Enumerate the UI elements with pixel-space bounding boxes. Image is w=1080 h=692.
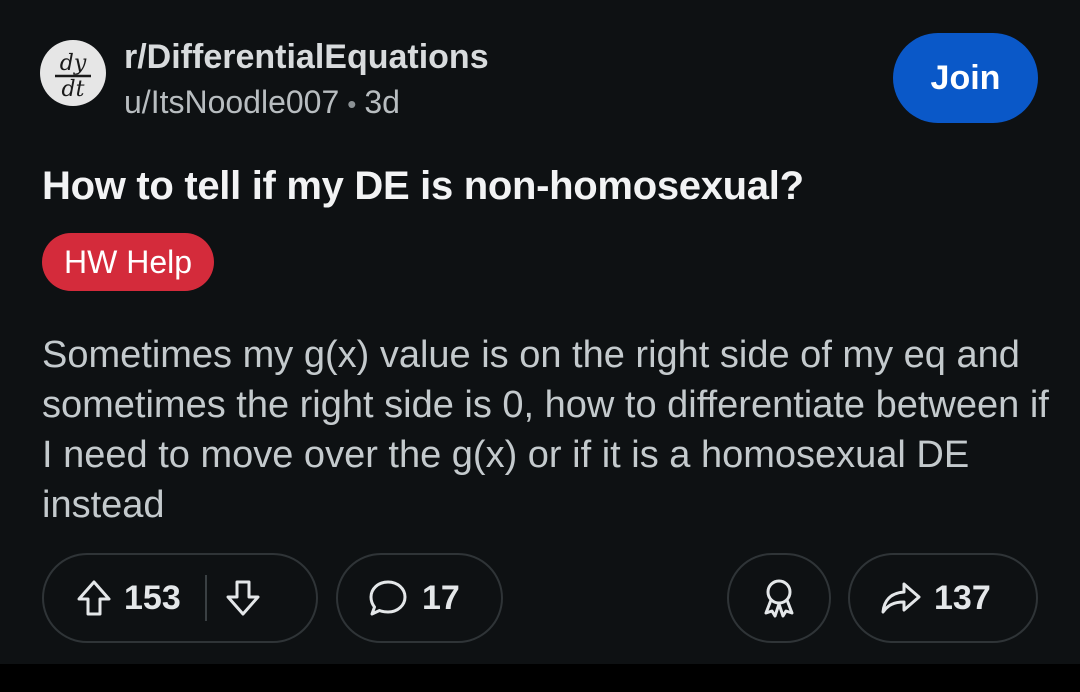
- post-header: dy dt r/DifferentialEquations u/ItsNoodl…: [40, 38, 489, 124]
- share-button[interactable]: 137: [848, 553, 1038, 643]
- post-meta: r/DifferentialEquations u/ItsNoodle007 • 3…: [124, 36, 489, 124]
- award-icon: [764, 579, 794, 618]
- upvote-icon: [77, 580, 111, 616]
- subreddit-name[interactable]: r/DifferentialEquations: [124, 36, 489, 78]
- comment-icon-wrap: [368, 579, 408, 617]
- post-title[interactable]: How to tell if my DE is non-homosexual?: [42, 160, 804, 212]
- share-icon-wrap: [880, 580, 922, 616]
- share-icon: [881, 582, 921, 614]
- author-name[interactable]: u/ItsNoodle007: [124, 84, 339, 120]
- upvote-button[interactable]: [76, 579, 112, 617]
- post-body[interactable]: Sometimes my g(x) value is on the right …: [42, 330, 1052, 530]
- subreddit-avatar[interactable]: dy dt: [40, 40, 106, 106]
- post-age: 3d: [364, 84, 400, 120]
- comment-icon: [369, 580, 407, 616]
- downvote-icon: [226, 580, 260, 616]
- share-count: 137: [934, 578, 991, 617]
- post-card: dy dt r/DifferentialEquations u/ItsNoodl…: [0, 0, 1080, 664]
- dy-dt-logo-icon: dy dt: [55, 51, 91, 102]
- join-button[interactable]: Join: [893, 33, 1038, 123]
- svg-text:dy: dy: [60, 51, 87, 76]
- vote-divider: [204, 575, 207, 621]
- downvote-button[interactable]: [225, 579, 261, 617]
- vote-pill: 153: [42, 553, 318, 643]
- award-button[interactable]: [727, 553, 831, 643]
- upvote-count: 153: [124, 578, 181, 617]
- meta-separator: •: [347, 89, 357, 119]
- svg-text:dt: dt: [62, 77, 85, 102]
- flair-badge[interactable]: HW Help: [42, 233, 215, 291]
- bottom-bar: [0, 664, 1080, 692]
- author-line: u/ItsNoodle007 • 3d: [124, 82, 489, 124]
- comments-button[interactable]: 17: [336, 553, 503, 643]
- comment-count: 17: [422, 578, 460, 617]
